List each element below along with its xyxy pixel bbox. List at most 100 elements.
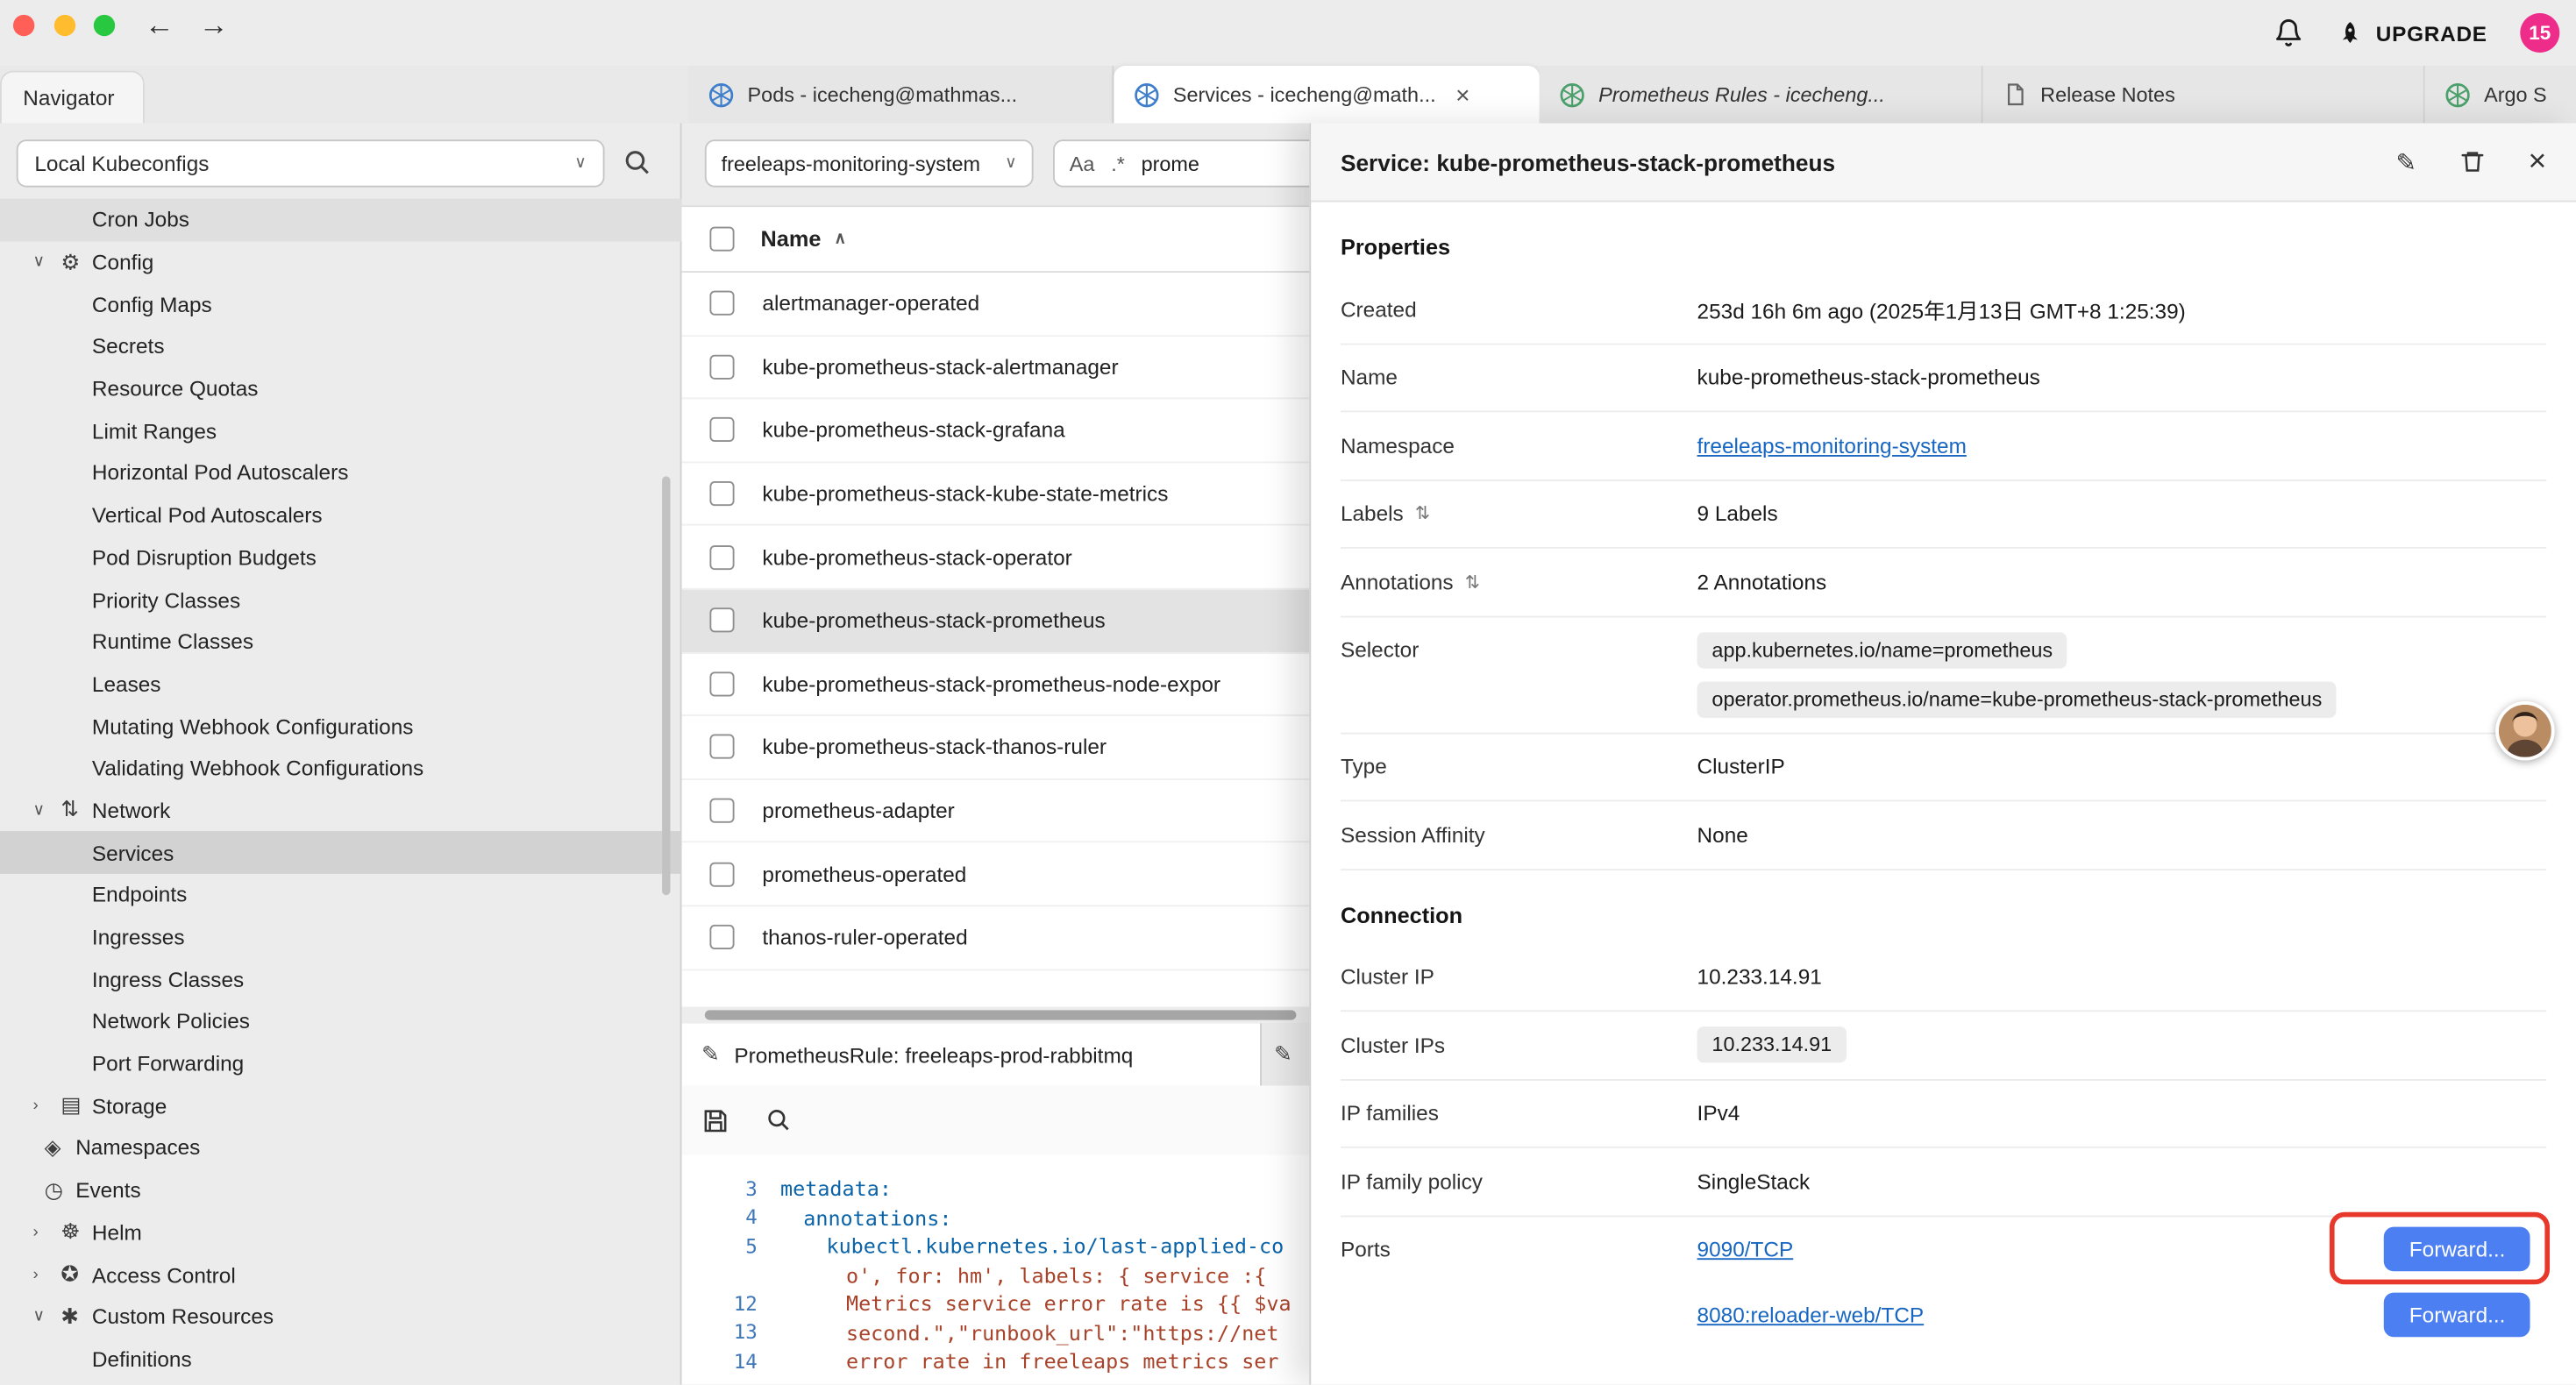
row-checkbox[interactable]	[709, 671, 734, 696]
kubeconfig-selector[interactable]: Local Kubeconfigs ∨	[17, 139, 605, 187]
sidebar-item[interactable]: Cron Jobs	[0, 199, 682, 241]
sidebar-item[interactable]: Endpoints	[0, 874, 682, 916]
property-value[interactable]: 9 Labels	[1697, 501, 2547, 526]
save-icon[interactable]	[701, 1106, 729, 1134]
sidebar-item[interactable]: Port Forwarding	[0, 1042, 682, 1084]
search-icon[interactable]	[765, 1107, 792, 1133]
row-checkbox[interactable]	[709, 862, 734, 886]
sidebar-item[interactable]: Pod Disruption Budgets	[0, 536, 682, 579]
tree-chevron-icon[interactable]: ›	[32, 1266, 60, 1284]
editor-tab-partial[interactable]: ✎	[1259, 1023, 1309, 1085]
table-row[interactable]: alertmanager-operated	[682, 273, 1310, 336]
maximize-window-button[interactable]	[94, 15, 115, 36]
property-value[interactable]: 2 Annotations	[1697, 570, 2547, 594]
sidebar-item[interactable]: Validating Webhook Configurations	[0, 747, 682, 789]
sidebar-item[interactable]: Ingresses	[0, 916, 682, 958]
port-link[interactable]: 9090/TCP	[1697, 1237, 1794, 1261]
avatar[interactable]	[2495, 701, 2554, 760]
tree-chevron-icon[interactable]: ∨	[32, 1308, 60, 1326]
horizontal-scrollbar[interactable]	[682, 1007, 1310, 1024]
navigator-panel-tab[interactable]: Navigator	[0, 71, 145, 124]
table-row[interactable]: kube-prometheus-stack-kube-state-metrics	[682, 463, 1310, 526]
upgrade-button[interactable]: UPGRADE	[2337, 19, 2487, 47]
table-row[interactable]: prometheus-operated	[682, 843, 1310, 906]
table-row[interactable]: kube-prometheus-stack-operator	[682, 526, 1310, 589]
port-link[interactable]: 8080:reloader-web/TCP	[1697, 1303, 1925, 1327]
sidebar-item[interactable]: Runtime Classes	[0, 621, 682, 663]
bell-icon[interactable]	[2274, 18, 2304, 48]
edit-icon[interactable]: ✎	[2395, 147, 2416, 177]
row-checkbox[interactable]	[709, 925, 734, 949]
table-row[interactable]: kube-prometheus-stack-thanos-ruler	[682, 716, 1310, 779]
sidebar-item[interactable]: ◈ Namespaces	[0, 1127, 682, 1169]
sidebar-item[interactable]: Mutating Webhook Configurations	[0, 705, 682, 747]
regex-toggle[interactable]: .*	[1111, 152, 1125, 174]
tree-chevron-icon[interactable]: ∨	[32, 801, 60, 820]
table-row[interactable]: kube-prometheus-stack-grafana	[682, 400, 1310, 463]
service-name[interactable]: kube-prometheus-stack-kube-state-metrics	[762, 481, 1168, 506]
sidebar-item[interactable]: Config Maps	[0, 283, 682, 325]
forward-button-nav[interactable]: →	[199, 8, 229, 42]
service-name[interactable]: kube-prometheus-stack-prometheus	[762, 608, 1105, 633]
yaml-editor[interactable]: 3 metadata: 4 annotations: 5 kubectl.kub…	[682, 1154, 1310, 1384]
trash-icon[interactable]	[2459, 148, 2486, 176]
forward-button[interactable]: Forward...	[2385, 1293, 2530, 1338]
tab-prometheus-rules[interactable]: Prometheus Rules - icecheng...	[1540, 66, 1983, 124]
sidebar-item[interactable]: ∨ ✱ Custom Resources	[0, 1296, 682, 1338]
sidebar-item[interactable]: Priority Classes	[0, 579, 682, 621]
search-icon[interactable]	[623, 148, 652, 182]
service-name[interactable]: kube-prometheus-stack-thanos-ruler	[762, 735, 1107, 759]
row-checkbox[interactable]	[709, 608, 734, 633]
row-checkbox[interactable]	[709, 481, 734, 506]
service-name[interactable]: kube-prometheus-stack-operator	[762, 544, 1071, 569]
sidebar-item[interactable]: ∨ ⚙ Config	[0, 241, 682, 283]
service-name[interactable]: kube-prometheus-stack-grafana	[762, 418, 1064, 443]
row-checkbox[interactable]	[709, 544, 734, 569]
expand-toggle-icon[interactable]: ⇅	[1465, 572, 1480, 593]
row-checkbox[interactable]	[709, 418, 734, 443]
sidebar-item[interactable]: Limit Ranges	[0, 409, 682, 451]
service-name[interactable]: kube-prometheus-stack-prometheus-node-ex…	[762, 671, 1220, 696]
sidebar-item[interactable]: Ingress Classes	[0, 958, 682, 1000]
sidebar-item[interactable]: Horizontal Pod Autoscalers	[0, 452, 682, 494]
sidebar-item[interactable]: ∨ ⇅ Network	[0, 790, 682, 832]
service-name[interactable]: alertmanager-operated	[762, 291, 979, 316]
sidebar-item[interactable]: › ▤ Storage	[0, 1084, 682, 1126]
table-row[interactable]: kube-prometheus-stack-prometheus-node-ex…	[682, 653, 1310, 716]
row-checkbox[interactable]	[709, 355, 734, 380]
service-name[interactable]: prometheus-operated	[762, 862, 966, 886]
sidebar-item[interactable]: Network Policies	[0, 1000, 682, 1042]
row-checkbox[interactable]	[709, 735, 734, 759]
table-row[interactable]: prometheus-adapter	[682, 780, 1310, 843]
name-column-header[interactable]: Name	[761, 227, 822, 252]
tree-chevron-icon[interactable]: ›	[32, 1097, 60, 1115]
sidebar-item[interactable]: Resource Quotas	[0, 367, 682, 409]
service-name[interactable]: thanos-ruler-operated	[762, 925, 967, 949]
row-checkbox[interactable]	[709, 799, 734, 823]
select-all-checkbox[interactable]	[709, 227, 734, 252]
sidebar-item[interactable]: › ☸ Helm	[0, 1211, 682, 1254]
row-checkbox[interactable]	[709, 291, 734, 316]
tab-argo[interactable]: Argo S	[2425, 66, 2576, 124]
service-name[interactable]: prometheus-adapter	[762, 799, 954, 823]
sidebar-item[interactable]: › ✪ Access Control	[0, 1254, 682, 1296]
sidebar-item[interactable]: Services	[0, 832, 682, 874]
editor-tab-prometheusrule[interactable]: ✎ PrometheusRule: freeleaps-prod-rabbitm…	[682, 1023, 1260, 1085]
sidebar-item[interactable]: Leases	[0, 663, 682, 705]
close-icon[interactable]: ×	[2528, 146, 2546, 178]
sidebar-item[interactable]: Vertical Pod Autoscalers	[0, 494, 682, 536]
sort-asc-icon[interactable]: ∧	[834, 230, 846, 248]
search-input[interactable]: Aa .* prome	[1053, 139, 1333, 187]
close-tab-icon[interactable]: ×	[1455, 82, 1469, 110]
sidebar-scrollbar[interactable]	[662, 476, 670, 895]
sidebar-item[interactable]: Secrets	[0, 325, 682, 367]
tree-chevron-icon[interactable]: ∨	[32, 253, 60, 272]
tab-pods[interactable]: Pods - icecheng@mathmas...	[688, 66, 1114, 124]
forward-button[interactable]: Forward...	[2385, 1227, 2530, 1272]
tree-chevron-icon[interactable]: ›	[32, 1224, 60, 1242]
namespace-link[interactable]: freeleaps-monitoring-system	[1697, 433, 1967, 458]
service-name[interactable]: kube-prometheus-stack-alertmanager	[762, 355, 1118, 380]
minimize-window-button[interactable]	[54, 15, 75, 36]
table-row[interactable]: kube-prometheus-stack-alertmanager	[682, 336, 1310, 399]
table-row[interactable]: thanos-ruler-operated	[682, 906, 1310, 970]
